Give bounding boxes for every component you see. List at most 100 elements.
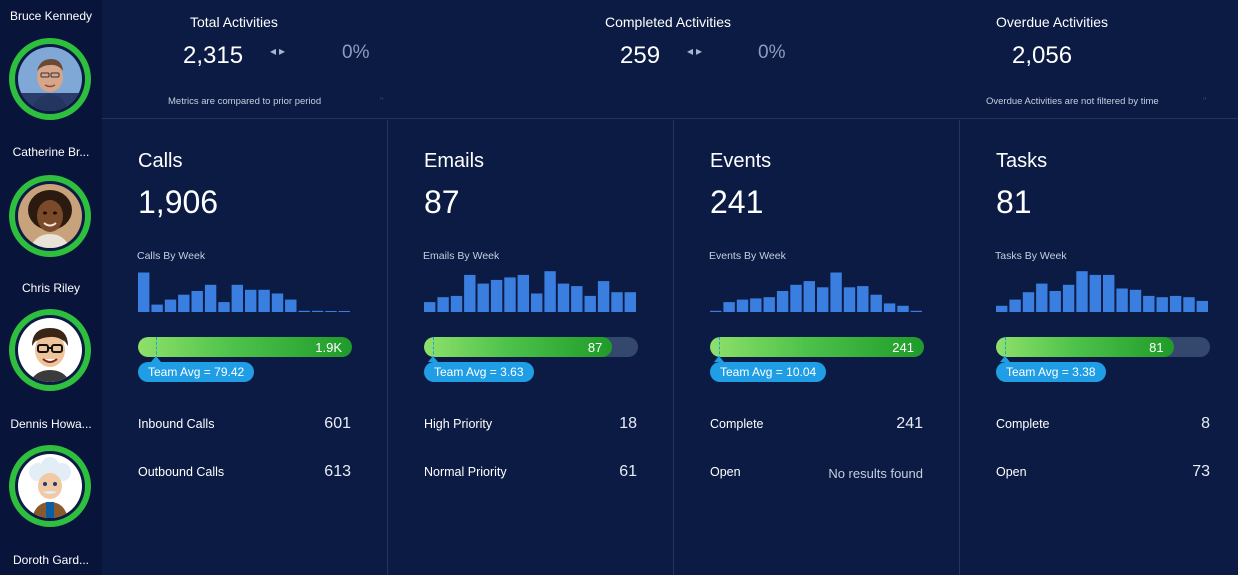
- events-row-label: Complete: [710, 417, 764, 431]
- user-name-catherine[interactable]: Catherine Br...: [0, 145, 102, 159]
- week-bar[interactable]: [897, 305, 909, 312]
- week-bar[interactable]: [843, 287, 856, 312]
- tasks-progress-bar[interactable]: 81: [996, 337, 1210, 357]
- week-bar[interactable]: [464, 274, 476, 312]
- week-bar[interactable]: [138, 272, 150, 313]
- emails-row-value[interactable]: 18: [619, 415, 637, 433]
- week-bar[interactable]: [1183, 297, 1195, 312]
- emails-team-avg-badge[interactable]: Team Avg = 3.63: [424, 362, 534, 382]
- week-bar[interactable]: [1009, 299, 1021, 312]
- week-bar[interactable]: [1036, 283, 1048, 312]
- tasks-team-avg-badge[interactable]: Team Avg = 3.38: [996, 362, 1106, 382]
- events-row-value[interactable]: 241: [896, 415, 923, 433]
- woman-photo-avatar: [18, 184, 82, 248]
- week-bar[interactable]: [710, 310, 722, 312]
- week-bar[interactable]: [910, 310, 922, 312]
- emails-progress-label: 87: [587, 340, 603, 355]
- tasks-row-value[interactable]: 73: [1192, 463, 1210, 481]
- calls-chart-label: Calls By Week: [137, 250, 206, 262]
- week-bar[interactable]: [857, 286, 869, 312]
- calls-by-week-chart[interactable]: [138, 270, 352, 312]
- week-bar[interactable]: [204, 284, 217, 312]
- events-progress-bar[interactable]: 241: [710, 337, 924, 357]
- tasks-row-value[interactable]: 8: [1201, 415, 1210, 433]
- calls-row-value[interactable]: 613: [324, 463, 351, 481]
- week-bar[interactable]: [450, 295, 463, 312]
- calls-team-avg-badge[interactable]: Team Avg = 79.42: [138, 362, 255, 382]
- emails-progress-bar[interactable]: 87: [424, 337, 638, 357]
- week-bar[interactable]: [790, 284, 802, 312]
- week-bar[interactable]: [996, 305, 1008, 312]
- week-bar[interactable]: [271, 293, 284, 313]
- week-bar[interactable]: [571, 286, 583, 312]
- week-bar[interactable]: [1103, 274, 1115, 312]
- emails-by-week-chart[interactable]: [424, 270, 638, 312]
- week-bar[interactable]: [191, 291, 203, 312]
- week-bar[interactable]: [1076, 271, 1088, 312]
- events-progress-label: 241: [892, 340, 914, 355]
- week-bar[interactable]: [504, 277, 516, 312]
- week-bar[interactable]: [424, 302, 436, 312]
- user-name-bruce-kennedy[interactable]: Bruce Kennedy: [0, 9, 102, 23]
- week-bar[interactable]: [437, 297, 449, 312]
- calls-progress-label: 1.9K: [315, 340, 342, 355]
- week-bar[interactable]: [285, 299, 297, 312]
- week-bar[interactable]: [883, 303, 896, 312]
- week-bar[interactable]: [477, 283, 489, 312]
- week-bar[interactable]: [1062, 284, 1075, 312]
- week-bar[interactable]: [218, 302, 230, 312]
- week-bar[interactable]: [736, 299, 749, 312]
- week-bar[interactable]: [723, 302, 735, 312]
- week-bar[interactable]: [1129, 289, 1142, 312]
- calls-progress-bar[interactable]: 1.9K: [138, 337, 352, 357]
- week-bar[interactable]: [1022, 292, 1035, 312]
- calls-row-value[interactable]: 601: [324, 415, 351, 433]
- week-bar[interactable]: [164, 299, 177, 312]
- week-bar[interactable]: [597, 281, 610, 312]
- week-bar[interactable]: [311, 310, 324, 312]
- einstein-mascot-avatar: [18, 454, 82, 518]
- week-bar[interactable]: [151, 304, 163, 312]
- emails-row-value[interactable]: 61: [619, 463, 637, 481]
- week-bar[interactable]: [178, 294, 190, 312]
- user-name-dennis[interactable]: Dennis Howa...: [0, 417, 102, 431]
- week-bar[interactable]: [258, 289, 270, 312]
- week-bar[interactable]: [611, 292, 623, 312]
- week-bar[interactable]: [624, 292, 636, 312]
- week-bar[interactable]: [1156, 297, 1168, 312]
- week-bar[interactable]: [1169, 295, 1182, 312]
- week-bar[interactable]: [803, 281, 815, 312]
- week-bar[interactable]: [557, 283, 570, 312]
- week-bar[interactable]: [1196, 300, 1208, 312]
- week-bar[interactable]: [830, 272, 842, 313]
- events-by-week-chart[interactable]: [710, 270, 924, 312]
- week-bar[interactable]: [490, 279, 503, 312]
- week-bar[interactable]: [763, 297, 775, 312]
- week-bar[interactable]: [231, 284, 243, 312]
- user-ring-catherine[interactable]: [9, 175, 91, 257]
- week-bar[interactable]: [1143, 295, 1155, 312]
- week-bar[interactable]: [817, 287, 829, 312]
- user-ring-bruce-kennedy[interactable]: [9, 38, 91, 120]
- week-bar[interactable]: [245, 289, 257, 312]
- user-ring-chris-riley[interactable]: [9, 309, 91, 391]
- user-name-chris-riley[interactable]: Chris Riley: [0, 281, 102, 295]
- user-name-doroth[interactable]: Doroth Gard...: [0, 553, 102, 567]
- week-bar[interactable]: [298, 310, 310, 312]
- week-bar[interactable]: [325, 311, 337, 312]
- user-ring-dennis[interactable]: [9, 445, 91, 527]
- week-bar[interactable]: [338, 311, 350, 312]
- week-bar[interactable]: [776, 291, 789, 312]
- events-team-avg-badge[interactable]: Team Avg = 10.04: [710, 362, 827, 382]
- tasks-by-week-chart[interactable]: [996, 270, 1210, 312]
- week-bar[interactable]: [870, 294, 882, 312]
- week-bar[interactable]: [750, 298, 762, 312]
- week-bar[interactable]: [584, 295, 596, 312]
- week-bar[interactable]: [1049, 291, 1061, 312]
- events-title: Events: [710, 150, 772, 172]
- week-bar[interactable]: [531, 293, 543, 313]
- week-bar[interactable]: [1089, 274, 1101, 312]
- week-bar[interactable]: [544, 271, 556, 312]
- week-bar[interactable]: [1116, 288, 1128, 313]
- week-bar[interactable]: [517, 274, 529, 312]
